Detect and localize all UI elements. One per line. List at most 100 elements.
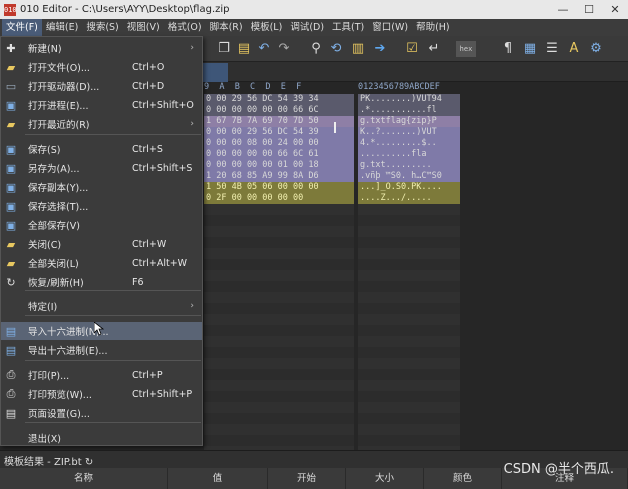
text-row[interactable] [358, 215, 460, 226]
settings-icon[interactable]: ⚙ [588, 41, 604, 57]
file-menu-item[interactable]: ▣ 保存(S) Ctrl+S [1, 140, 202, 158]
text-row[interactable]: ...]_O.S0.PK.... [358, 182, 460, 193]
replace-icon[interactable]: ⟲ [328, 41, 344, 57]
hex-row[interactable] [204, 369, 354, 380]
hex-row[interactable] [204, 402, 354, 413]
file-menu-item[interactable]: ⎙ 打印预览(W)... Ctrl+Shift+P [1, 385, 202, 403]
text-row[interactable] [358, 204, 460, 215]
file-menu-item[interactable]: ▰ 全部关闭(L) Ctrl+Alt+W [1, 254, 202, 272]
font-icon[interactable]: A [566, 41, 582, 57]
menu-item[interactable]: 脚本(R) [206, 19, 247, 36]
text-row[interactable] [358, 347, 460, 358]
text-bytes-area[interactable]: PK........)VÜT94 .*...........fl g.txtflag… [358, 94, 460, 457]
hex-row[interactable] [204, 413, 354, 424]
text-row[interactable] [358, 413, 460, 424]
menu-item[interactable]: 工具(T) [328, 19, 368, 36]
grid-icon[interactable]: ▦ [522, 41, 538, 57]
find-icon[interactable]: ⚲ [308, 41, 324, 57]
hex-row[interactable]: 1 20 68 85 A9 99 8A D6 [204, 171, 354, 182]
text-row[interactable]: ..........fla [358, 149, 460, 160]
hex-row[interactable] [204, 435, 354, 446]
hex-row[interactable] [204, 259, 354, 270]
file-menu-item[interactable]: ▣ 保存选择(T)... [1, 197, 202, 215]
hex-row[interactable] [204, 314, 354, 325]
text-row[interactable] [358, 259, 460, 270]
hex-row[interactable] [204, 391, 354, 402]
file-menu-item[interactable]: ▣ 全部保存(V) [1, 216, 202, 234]
redo-icon[interactable]: ↷ [276, 41, 292, 57]
text-row[interactable]: g.txtflag{zip}P [358, 116, 460, 127]
template-column-header[interactable]: 值 [168, 468, 268, 489]
file-menu-item[interactable]: ✚ 新建(N) › [1, 39, 202, 57]
hex-row[interactable] [204, 336, 354, 347]
menu-item[interactable]: 模板(L) [247, 19, 287, 36]
hex-bytes-area[interactable]: 0 00 29 56 DC 54 39 34 0 00 00 00 00 00 6… [204, 94, 354, 457]
hex-row[interactable]: 0 00 29 56 DC 54 39 34 [204, 94, 354, 105]
file-menu-item[interactable]: 退出(X) [1, 429, 202, 447]
template-column-header[interactable]: 大小 [346, 468, 424, 489]
hex-row[interactable] [204, 281, 354, 292]
text-row[interactable]: g.txt......... [358, 160, 460, 171]
file-menu-item[interactable]: ▤ 页面设置(G)... [1, 404, 202, 422]
text-row[interactable]: ....Z.../..... [358, 193, 460, 204]
hex-row[interactable]: 0 00 00 00 00 66 6C 61 [204, 149, 354, 160]
hex-row[interactable] [204, 424, 354, 435]
file-menu-item[interactable]: 特定(I) › [1, 297, 202, 315]
template-column-header[interactable]: 颜色 [424, 468, 502, 489]
text-row[interactable]: 4.*.........$.. [358, 138, 460, 149]
hex-row[interactable] [204, 358, 354, 369]
copy-icon[interactable]: ❐ [216, 41, 232, 57]
paste-icon[interactable]: ▤ [236, 41, 252, 57]
hex-row[interactable]: 0 00 00 00 00 00 66 6C [204, 105, 354, 116]
menu-item[interactable]: 窗口(W) [368, 19, 412, 36]
find-next-icon[interactable]: ▥ [350, 41, 366, 57]
close-window-button[interactable]: ✕ [602, 0, 628, 19]
hex-row[interactable] [204, 270, 354, 281]
text-row[interactable]: .vñþ ™S0. h…C™S0 [358, 171, 460, 182]
file-menu-item[interactable]: ▣ 另存为(A)... Ctrl+Shift+S [1, 159, 202, 177]
paragraph-icon[interactable]: ¶ [500, 41, 516, 57]
goto-icon[interactable]: ➔ [372, 41, 388, 57]
text-row[interactable] [358, 270, 460, 281]
file-menu-item[interactable]: ⎙ 打印(P)... Ctrl+P [1, 366, 202, 384]
hex-row[interactable]: 0 00 00 08 00 24 00 00 [204, 138, 354, 149]
hex-row[interactable] [204, 325, 354, 336]
hex-row[interactable] [204, 204, 354, 215]
text-row[interactable] [358, 325, 460, 336]
hex-row[interactable]: 0 2F 00 00 00 00 00 [204, 193, 354, 204]
text-row[interactable] [358, 336, 460, 347]
menu-item[interactable]: 编辑(E) [42, 19, 82, 36]
hex-row[interactable] [204, 380, 354, 391]
text-row[interactable] [358, 303, 460, 314]
menu-item[interactable]: 搜索(S) [82, 19, 122, 36]
menu-item[interactable]: 帮助(H) [412, 19, 454, 36]
file-menu-item[interactable]: ↻ 恢复/刷新(H) F6 [1, 273, 202, 291]
hex-row[interactable] [204, 303, 354, 314]
hex-row[interactable]: 0 00 00 29 56 DC 54 39 [204, 127, 354, 138]
undo-icon[interactable]: ↶ [256, 41, 272, 57]
hex-row[interactable]: 1 67 7B 7A 69 70 7D 50 [204, 116, 354, 127]
menu-item[interactable]: 调试(D) [286, 19, 328, 36]
template-column-header[interactable]: 名称 [0, 468, 168, 489]
wrap-icon[interactable]: ↵ [426, 41, 442, 57]
hex-icon[interactable]: hex [456, 41, 476, 57]
text-row[interactable] [358, 402, 460, 413]
hex-row[interactable]: 0 00 00 00 00 01 00 18 [204, 160, 354, 171]
text-row[interactable] [358, 292, 460, 303]
checklist-icon[interactable]: ☑ [404, 41, 420, 57]
minimize-button[interactable]: — [550, 0, 576, 19]
menu-item[interactable]: 视图(V) [123, 19, 164, 36]
hex-row[interactable] [204, 292, 354, 303]
text-row[interactable] [358, 358, 460, 369]
text-row[interactable] [358, 391, 460, 402]
hex-row[interactable] [204, 215, 354, 226]
file-menu-item[interactable]: ▰ 关闭(C) Ctrl+W [1, 235, 202, 253]
file-menu-item[interactable]: ▣ 打开进程(E)... Ctrl+Shift+O [1, 96, 202, 114]
text-row[interactable]: .*...........fl [358, 105, 460, 116]
hex-row[interactable] [204, 248, 354, 259]
text-row[interactable] [358, 237, 460, 248]
hex-row[interactable] [204, 237, 354, 248]
list-icon[interactable]: ☰ [544, 41, 560, 57]
text-row[interactable]: K..?.......)VÜT [358, 127, 460, 138]
text-row[interactable]: PK........)VÜT94 [358, 94, 460, 105]
